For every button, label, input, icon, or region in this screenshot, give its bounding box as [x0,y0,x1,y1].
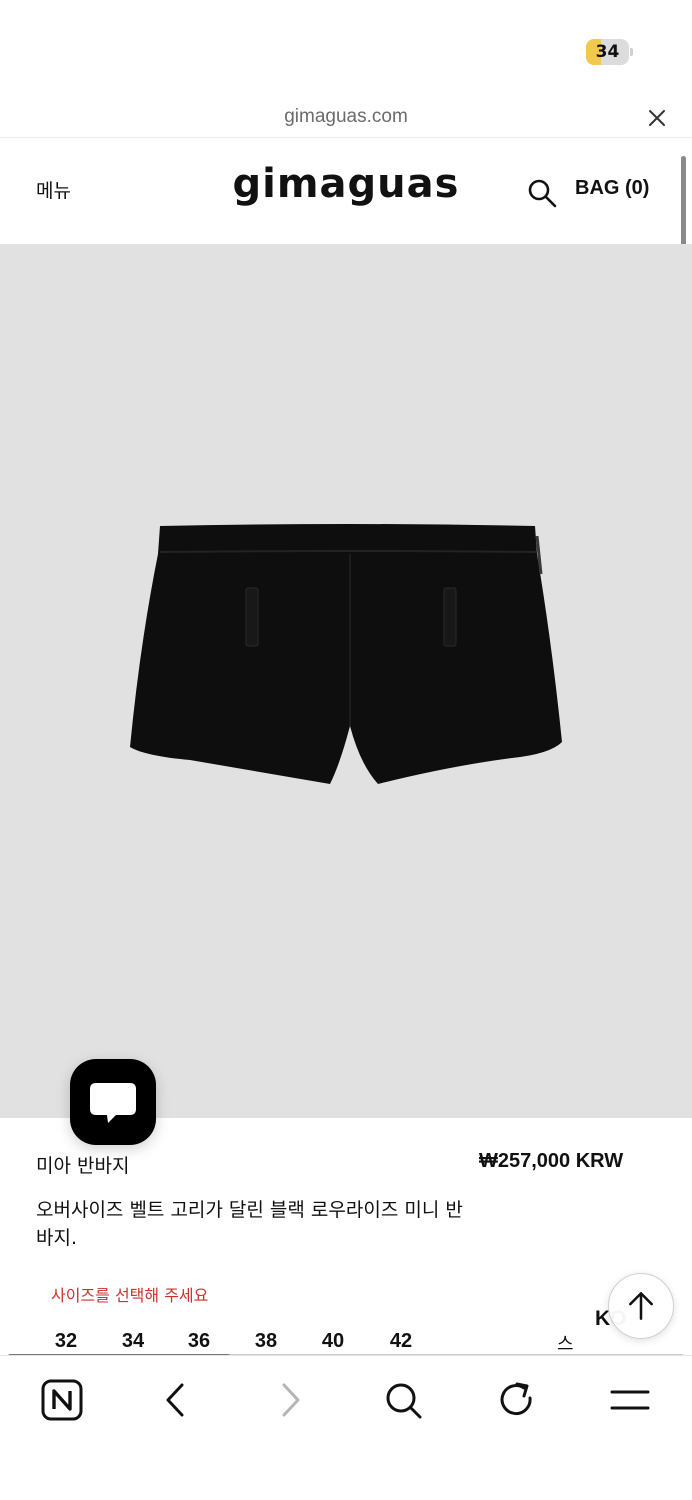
url-text[interactable]: gimaguas.com [0,106,692,128]
chat-bubble-icon [90,1083,136,1123]
scroll-to-top-button[interactable] [608,1273,674,1339]
arrow-up-icon [629,1292,653,1320]
naver-home-icon[interactable] [40,1378,84,1422]
chat-button[interactable] [70,1059,156,1145]
size-option-34[interactable]: 34 [107,1330,159,1353]
search-icon[interactable] [381,1378,425,1422]
battery-indicator: 34 [586,39,633,65]
shorts-photo [130,524,562,784]
status-bar: 34 [0,0,692,100]
battery-level: 34 [595,42,620,62]
close-icon[interactable] [645,106,669,130]
size-option-32[interactable]: 32 [40,1330,92,1353]
battery-body: 34 [586,39,629,65]
size-option-36[interactable]: 36 [173,1330,225,1353]
size-option-42[interactable]: 42 [375,1330,427,1353]
menu-icon[interactable] [608,1378,652,1422]
product-image[interactable] [0,244,692,1361]
back-arrow-icon[interactable] [154,1378,198,1422]
bag-button[interactable]: BAG (0) [575,177,649,200]
forward-arrow-icon[interactable] [268,1378,312,1422]
size-warning: 사이즈를 선택해 주세요 [51,1286,209,1305]
browser-toolbar [0,1355,692,1500]
search-icon[interactable] [526,177,558,209]
browser-url-bar: gimaguas.com [0,100,692,138]
product-description: 오버사이즈 벨트 고리가 달린 블랙 로우라이즈 미니 반바지. [36,1199,463,1249]
size-option-38[interactable]: 38 [240,1330,292,1353]
battery-cap [630,48,633,56]
size-guide-link[interactable]: 스 [557,1330,574,1356]
site-header: 메뉴 gimaguas BAG (0) [0,139,692,244]
product-name: 미아 반바지 [36,1155,130,1177]
reload-icon[interactable] [495,1378,539,1422]
product-price: ₩257,000 KRW [479,1150,624,1172]
size-option-40[interactable]: 40 [307,1330,359,1353]
